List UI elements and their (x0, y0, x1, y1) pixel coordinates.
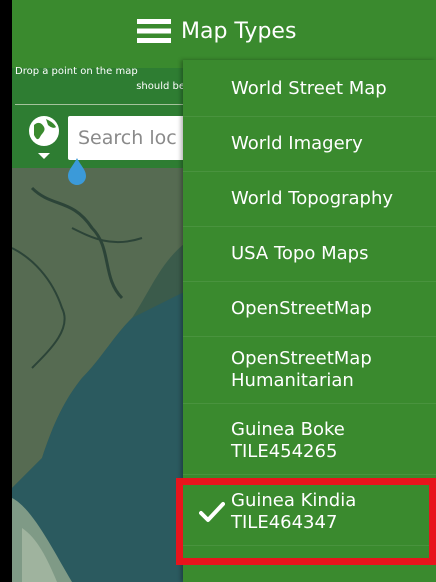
globe-icon[interactable] (24, 113, 64, 161)
menu-item-openstreetmap[interactable]: OpenStreetMap (183, 282, 436, 337)
search-box[interactable] (68, 116, 188, 160)
menu-item-label: OpenStreetMap (231, 298, 372, 319)
menu-item-world-imagery[interactable]: World Imagery (183, 117, 436, 172)
menu-item-label-line2: Humanitarian (231, 370, 354, 391)
satellite-imagery (12, 168, 192, 582)
search-input[interactable] (68, 116, 188, 160)
menu-item-label-line1: Guinea Boke (231, 419, 345, 440)
menu-item-label: Guinea Boke TILE454265 (231, 419, 345, 463)
menu-item-openstreetmap-humanitarian[interactable]: OpenStreetMap Humanitarian (183, 337, 436, 404)
menu-item-world-topography[interactable]: World Topography (183, 172, 436, 227)
menu-item-label-line1: Guinea Kindia (231, 490, 357, 511)
map-types-menu: World Street Map World Imagery World Top… (183, 60, 436, 582)
menu-item-label-line2: TILE454265 (231, 441, 338, 462)
page-title: Map Types (181, 18, 297, 44)
menu-item-label: World Street Map (231, 78, 387, 99)
map-view[interactable] (12, 168, 192, 582)
header-title-group[interactable]: Map Types (137, 18, 296, 44)
menu-item-label: OpenStreetMap Humanitarian (231, 348, 372, 392)
instruction-line-1: Drop a point on the map (15, 66, 138, 77)
menu-item-guinea-kindia[interactable]: Guinea Kindia TILE464347 (183, 479, 436, 546)
drop-pin-icon[interactable] (66, 158, 88, 186)
menu-item-guinea-boke[interactable]: Guinea Boke TILE454265 (183, 408, 436, 475)
instruction-text: Drop a point on the map should be (15, 64, 185, 94)
instruction-line-2: should be (136, 81, 185, 92)
menu-item-label: World Topography (231, 188, 394, 209)
menu-item-label: USA Topo Maps (231, 243, 369, 264)
menu-item-usa-topo-maps[interactable]: USA Topo Maps (183, 227, 436, 282)
menu-item-label-line2: TILE464347 (231, 512, 338, 533)
menu-item-label-line1: OpenStreetMap (231, 348, 372, 369)
menu-item-label: World Imagery (231, 133, 363, 154)
checkmark-icon (199, 502, 225, 522)
header-divider (15, 104, 187, 105)
left-black-frame (0, 0, 12, 582)
hamburger-icon[interactable] (137, 18, 171, 44)
app-header: Map Types (12, 0, 436, 68)
menu-item-label: Guinea Kindia TILE464347 (231, 490, 356, 534)
menu-item-world-street-map[interactable]: World Street Map (183, 62, 436, 117)
